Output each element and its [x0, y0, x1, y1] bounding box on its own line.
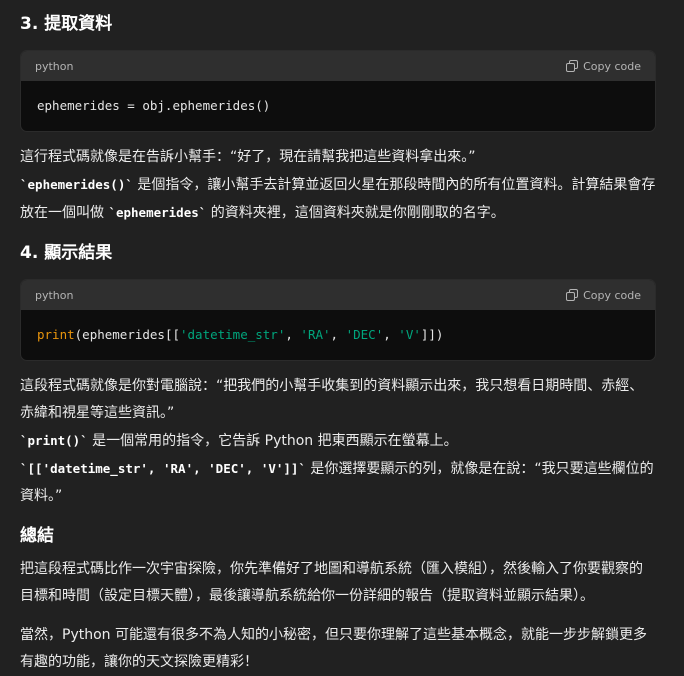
code-token: 'V'	[398, 327, 421, 342]
code-token: ,	[330, 327, 346, 342]
code-token: (ephemerides[[	[74, 327, 180, 342]
copy-icon	[566, 60, 579, 72]
copy-icon	[566, 289, 579, 301]
inline-code: `print()`	[20, 433, 88, 448]
code-header: python Copy code	[21, 51, 655, 81]
code-line: ephemerides = obj.ephemerides()	[37, 98, 271, 113]
code-header: python Copy code	[21, 280, 655, 310]
inline-code: `ephemerides`	[108, 205, 207, 220]
code-content: print(ephemerides[['datetime_str', 'RA',…	[21, 310, 655, 360]
section-4-heading: 4. 顯示結果	[20, 243, 113, 263]
inline-code: `[['datetime_str', 'RA', 'DEC', 'V']]`	[20, 461, 306, 476]
text: 的資料夾裡，這個資料夾就是你剛剛取的名字。	[206, 205, 505, 221]
code-block-display: python Copy code print(ephemerides[['dat…	[20, 279, 656, 361]
code-language: python	[35, 59, 74, 73]
paragraph: 這段程式碼就像是你對電腦說：“把我們的小幫手收集到的資料顯示出來，我只想看日期時…	[20, 373, 656, 510]
copy-code-button[interactable]: Copy code	[566, 289, 641, 302]
chat-message: 3. 提取資料 python Copy code ephemerides = o…	[0, 0, 684, 676]
text: 這段程式碼就像是你對電腦說：“把我們的小幫手收集到的資料顯示出來，我只想看日期時…	[20, 378, 644, 421]
text: 這行程式碼就像是在告訴小幫手：“好了，現在請幫我把這些資料拿出來。”	[20, 149, 476, 165]
summary-heading: 總結	[20, 526, 54, 546]
paragraph: 把這段程式碼比作一次宇宙探險，你先準備好了地圖和導航系統（匯入模組），然後輸入了…	[20, 561, 643, 604]
code-token: ,	[383, 327, 399, 342]
inline-code: `ephemerides()`	[20, 177, 133, 192]
paragraph: 當然，Python 可能還有很多不為人知的小秘密，但只要你理解了這些基本概念，就…	[20, 627, 647, 670]
copy-code-label: Copy code	[583, 288, 641, 302]
code-language: python	[35, 288, 74, 302]
code-token: ,	[285, 327, 301, 342]
code-token: 'DEC'	[345, 327, 384, 342]
code-token: ]])	[420, 327, 444, 342]
code-content: ephemerides = obj.ephemerides()	[21, 81, 655, 131]
copy-code-label: Copy code	[583, 59, 641, 73]
paragraph: 這行程式碼就像是在告訴小幫手：“好了，現在請幫我把這些資料拿出來。” `ephe…	[20, 144, 656, 227]
code-block-extract: python Copy code ephemerides = obj.ephem…	[20, 50, 656, 132]
text: 是一個常用的指令，它告訴 Python 把東西顯示在螢幕上。	[87, 433, 458, 449]
code-token: 'datetime_str'	[180, 327, 286, 342]
section-3-heading: 3. 提取資料	[20, 14, 113, 34]
copy-code-button[interactable]: Copy code	[566, 60, 641, 73]
code-token: print	[37, 327, 75, 342]
code-token: 'RA'	[300, 327, 331, 342]
